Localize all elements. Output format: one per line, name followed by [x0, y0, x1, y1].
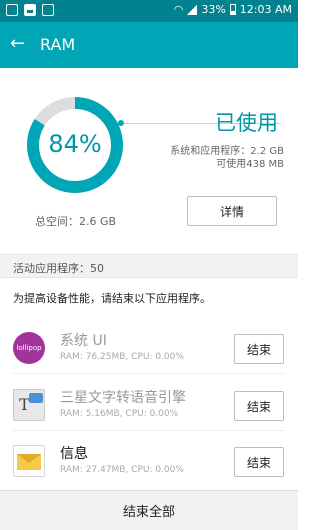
messages-icon — [13, 445, 45, 477]
end-button[interactable]: 结束 — [234, 447, 284, 477]
app-name: 信息 — [60, 446, 88, 462]
lollipop-icon: lollipop — [13, 332, 45, 364]
battery-icon — [229, 4, 236, 15]
used-label: 已使用 — [215, 111, 278, 135]
signal-icon — [187, 4, 198, 15]
end-button[interactable]: 结束 — [234, 391, 284, 421]
ram-summary: 84% 已使用 系统和应用程序：2.2 GB 可使用438 MB 总空间：2.6… — [0, 68, 298, 248]
app-row: lollipop 系统 UI RAM: 76.25MB, CPU: 0.00% … — [0, 324, 298, 374]
row-divider — [13, 430, 285, 431]
battery-percent: 33% — [201, 3, 226, 16]
text-to-speech-icon: T — [13, 389, 45, 421]
app-stats: RAM: 27.47MB, CPU: 0.00% — [60, 465, 184, 475]
system-status: ◠ 33% 12:03 AM — [174, 3, 292, 16]
notification-icons — [6, 4, 54, 16]
clock: 12:03 AM — [239, 3, 292, 16]
app-row: T 三星文字转语音引擎 RAM: 5.16MB, CPU: 0.00% 结束 — [0, 381, 298, 431]
total-space: 总空间：2.6 GB — [35, 215, 117, 228]
app-row: 信息 RAM: 27.47MB, CPU: 0.00% 结束 — [0, 437, 298, 487]
active-apps-count: 活动应用程序：50 — [13, 262, 104, 275]
back-arrow-icon[interactable]: ← — [10, 33, 30, 55]
end-button[interactable]: 结束 — [234, 334, 284, 364]
app-stats: RAM: 76.25MB, CPU: 0.00% — [60, 352, 184, 362]
wifi-icon: ◠ — [173, 3, 184, 16]
used-pointer-dot — [118, 120, 124, 126]
app-name: 系统 UI — [60, 333, 107, 349]
row-divider — [13, 373, 285, 374]
app-notification-icon — [42, 4, 54, 16]
notification-icon — [6, 4, 18, 16]
gallery-notification-icon — [24, 4, 36, 16]
status-bar: ◠ 33% 12:03 AM — [0, 0, 298, 22]
end-all-button[interactable]: 结束全部 — [0, 490, 298, 530]
percent-used: 84% — [48, 130, 102, 158]
performance-notice: 为提高设备性能，请结束以下应用程序。 — [13, 292, 211, 305]
app-name: 三星文字转语音引擎 — [60, 390, 186, 406]
page-title: RAM — [40, 35, 76, 54]
app-bar: ← RAM — [0, 22, 298, 68]
details-button[interactable]: 详情 — [187, 196, 277, 226]
speech-bubble-icon — [29, 393, 43, 403]
app-stats: RAM: 5.16MB, CPU: 0.00% — [60, 409, 179, 419]
active-apps-header: 活动应用程序：50 — [0, 254, 298, 278]
available-memory: 可使用438 MB — [216, 159, 284, 170]
